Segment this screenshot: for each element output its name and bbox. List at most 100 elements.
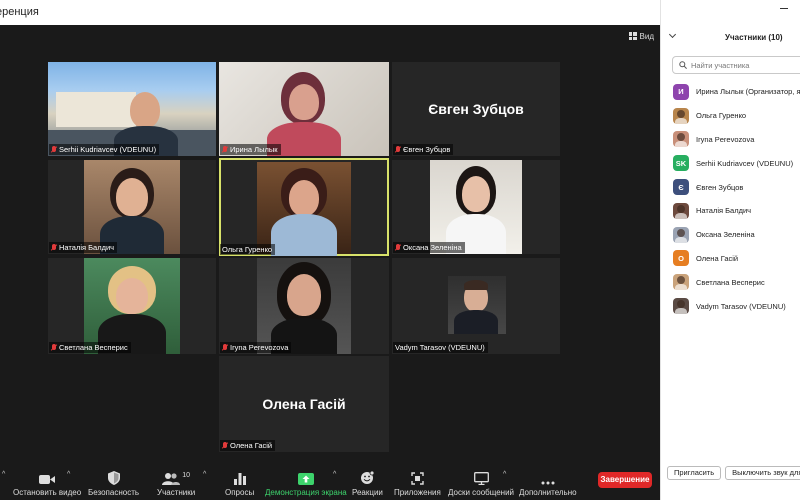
participant-name: Оксана Зеленіна [696,230,755,240]
avatar-photo [673,107,689,124]
participant-name: Serhii Kudriavcev (VDEUNU) [696,158,794,168]
window-title: еренция [0,6,39,18]
participants-panel-header: Участники (10) [661,30,800,46]
video-tile-olena[interactable]: Олена Гасій Олена Гасій [219,356,389,452]
share-options-caret[interactable]: ^ [333,471,336,478]
apps-icon [394,467,441,485]
participants-panel-title: Участники (10) [725,33,783,42]
video-tile-serhii[interactable]: Serhii Kudriavcev (VDEUNU) [48,62,216,156]
end-meeting-button[interactable]: Завершение [598,472,652,488]
mic-muted-icon [51,343,57,352]
whiteboard-options-caret[interactable]: ^ [503,471,506,478]
tile-name-label: Ирина Лылык [220,144,281,155]
tile-name-label: Iryna Perevozova [220,342,292,353]
mic-muted-icon [51,243,57,252]
video-tile-iryna-lylyk[interactable]: Ирина Лылык [219,62,389,156]
participants-icon [162,473,181,485]
mic-muted-icon [395,243,401,252]
tile-name-label: Светлана Весперис [49,342,131,353]
avatar-initials: О [673,250,689,267]
participant-list-item[interactable]: Iryna Perevozova [673,128,800,152]
participant-search-input[interactable] [691,60,791,70]
participant-list-item[interactable]: О Олена Гасій [673,247,800,271]
video-camera-icon [13,467,81,485]
participant-name-display: Євген Зубцов [428,101,524,117]
bar-chart-icon [225,467,254,485]
video-tile-oksana[interactable]: Оксана Зеленіна [392,160,560,254]
participant-list-item[interactable]: Ольга Гуренко [673,104,800,128]
mic-muted-icon [222,343,228,352]
participant-list-item[interactable]: Vadym Tarasov (VDEUNU) [673,294,800,318]
video-tile-vadym[interactable]: Vadym Tarasov (VDEUNU) [392,258,560,354]
more-dots-icon [519,467,577,485]
smiley-icon [352,467,383,485]
apps-button[interactable]: Приложения [394,467,441,497]
participant-name: Олена Гасій [696,253,739,263]
participants-count: 10 [182,472,190,479]
window-title-bar: еренция [0,0,660,25]
tile-name-label: Vadym Tarasov (VDEUNU) [393,342,488,353]
view-button[interactable]: Вид [628,29,654,43]
avatar-initials: И [673,83,689,100]
participant-name: Ирина Лылык (Организатор, я) [696,87,800,97]
avatar-initials: SK [673,155,689,172]
mute-all-button[interactable]: Выключить звук для [725,466,800,480]
video-tile-svitlana[interactable]: Светлана Весперис [48,258,216,354]
tile-name-label: Ольга Гуренко [220,244,276,255]
participants-options-caret[interactable]: ^ [203,471,206,478]
video-tile-iryna-perevozova[interactable]: Iryna Perevozova [219,258,389,354]
participant-list-item[interactable]: Наталія Балдич [673,199,800,223]
polls-button[interactable]: Опросы [225,467,254,497]
avatar-photo [673,226,689,243]
chevron-down-icon[interactable] [668,30,677,39]
video-tile-olha-active-speaker[interactable]: Ольга Гуренко [219,158,389,256]
more-button[interactable]: Дополнительно [519,467,577,497]
video-options-caret[interactable]: ^ [67,471,70,478]
mic-muted-icon [395,145,401,154]
mic-muted-icon [51,145,57,154]
mic-muted-icon [222,441,228,450]
avatar-photo [673,298,689,315]
participant-name: Vadym Tarasov (VDEUNU) [696,301,786,311]
audio-options-caret[interactable]: ^ [2,471,5,478]
tile-name-label: Олена Гасій [220,440,276,451]
video-tile-natalia[interactable]: Наталія Балдич [48,160,216,254]
participant-list-item[interactable]: SK Serhii Kudriavcev (VDEUNU) [673,151,800,175]
avatar-photo [673,202,689,219]
grid-icon [628,32,637,40]
meeting-toolbar: ^ Остановить видео ^ Безопасность 10 Уча… [0,458,660,500]
participants-button[interactable]: 10 Участники [157,467,195,497]
invite-button[interactable]: Пригласить [667,466,722,480]
participant-name-display: Олена Гасій [262,396,346,412]
search-icon [679,61,687,69]
stop-video-button[interactable]: Остановить видео [13,467,81,497]
security-button[interactable]: Безопасность [88,467,139,497]
avatar-initials: Є [673,179,689,196]
avatar-photo [673,131,689,148]
shield-icon [88,467,139,485]
mic-muted-icon [222,145,228,154]
tile-name-label: Serhii Kudriavcev (VDEUNU) [49,144,160,155]
participant-name: Наталія Балдич [696,206,752,216]
participants-panel-actions: Пригласить Выключить звук для [667,466,800,480]
tile-name-label: Євген Зубцов [393,144,454,155]
participant-list-item[interactable]: Светлана Весперис [673,270,800,294]
participant-search[interactable] [672,56,800,74]
participant-list-item[interactable]: Є Євген Зубцов [673,175,800,199]
participants-panel: Участники (10) И Ирина Лылык (Организатор… [660,0,800,500]
participant-list-item[interactable]: И Ирина Лылык (Организатор, я) [673,80,800,104]
tile-name-label: Наталія Балдич [49,242,118,253]
participant-list-item[interactable]: Оксана Зеленіна [673,223,800,247]
tile-name-label: Оксана Зеленіна [393,242,465,253]
avatar-photo [673,274,689,291]
participant-list: И Ирина Лылык (Организатор, я) Ольга Гурен… [673,80,800,318]
participant-name: Євген Зубцов [696,182,744,192]
meeting-area: еренция Вид Serhii Kudriavcev (VDEUNU) И… [0,0,660,500]
view-label: Вид [639,31,654,41]
video-tile-yevhen[interactable]: Євген Зубцов Євген Зубцов [392,62,560,156]
participant-name: Ольга Гуренко [696,111,747,121]
minimize-icon[interactable] [780,8,788,9]
participant-name: Iryna Perevozova [696,134,755,144]
participant-name: Светлана Весперис [696,277,765,287]
reactions-button[interactable]: Реакции [352,467,383,497]
